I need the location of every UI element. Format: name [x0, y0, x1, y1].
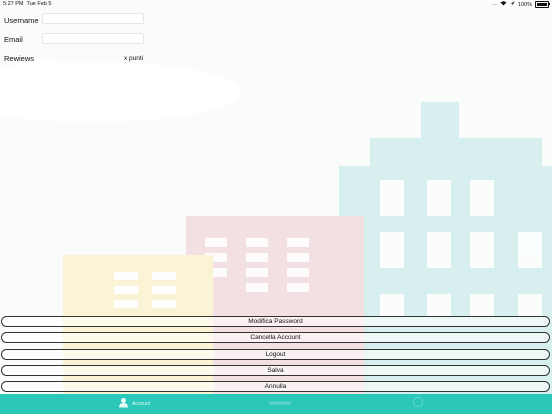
person-icon	[118, 395, 129, 413]
list-icon	[268, 395, 292, 413]
change-password-button[interactable]: Modifica Password	[1, 316, 550, 327]
email-label: Email	[4, 35, 23, 44]
tab-account[interactable]: Account	[118, 394, 150, 414]
cancel-button[interactable]: Annulla	[1, 381, 550, 392]
status-time-date: 5:27 PM Tue Feb 5	[3, 1, 51, 7]
username-field[interactable]	[42, 13, 144, 24]
status-indicators: ··· 100%	[491, 1, 550, 8]
circle-icon	[412, 395, 424, 413]
tab-bar: Account	[0, 394, 552, 414]
save-button[interactable]: Salva	[1, 365, 550, 376]
email-field[interactable]	[42, 33, 144, 44]
wifi-icon	[500, 1, 507, 8]
reviews-label: Rewiews	[4, 54, 35, 63]
battery-icon	[535, 1, 550, 8]
status-time: 5:27 PM	[3, 1, 24, 7]
battery-percent: 100%	[517, 1, 532, 8]
tab-account-label: Account	[132, 401, 151, 407]
location-icon	[510, 1, 515, 8]
logout-button[interactable]: Logout	[1, 349, 550, 360]
delete-account-button[interactable]: Cancella Account	[1, 332, 550, 343]
signal-icon: ···	[491, 1, 497, 8]
tab-third[interactable]	[412, 394, 424, 414]
username-label: Username	[4, 16, 39, 25]
points-value: x punti	[124, 55, 144, 62]
status-date: Tue Feb 5	[26, 1, 52, 7]
status-bar: 5:27 PM Tue Feb 5 ··· 100%	[0, 0, 552, 9]
tab-second[interactable]	[268, 394, 292, 414]
